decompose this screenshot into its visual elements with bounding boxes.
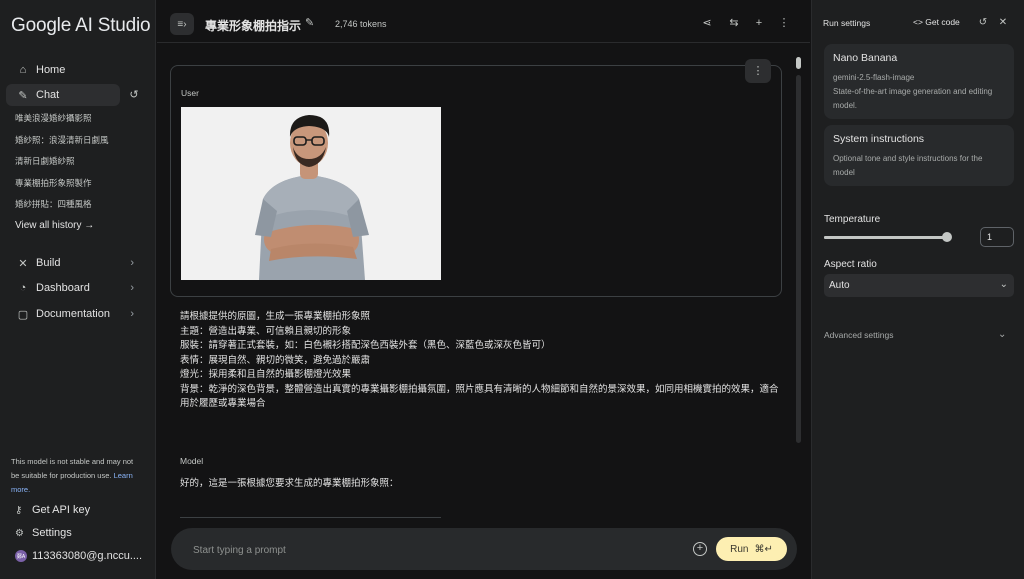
reset-settings-icon[interactable]: ↺ [976, 16, 990, 30]
model-id: gemini-2.5-flash-image [833, 73, 915, 82]
model-description: State-of-the-art image generation and ed… [833, 87, 993, 110]
run-label: Run [730, 543, 749, 555]
history-item[interactable]: 清新日劇婚紗照 [15, 155, 75, 167]
model-selector-card[interactable]: Nano Banana gemini-2.5-flash-image State… [824, 44, 1014, 119]
generated-image-edge [180, 517, 441, 518]
chat-icon: ✎ [18, 89, 28, 102]
aspect-ratio-select[interactable]: Auto ⌄ [824, 274, 1014, 297]
get-api-key-label: Get API key [32, 504, 91, 516]
run-settings-title: Run settings [823, 18, 871, 28]
prompt-line: 背景：乾淨的深色背景，整體營造出真實的專業攝影棚拍攝氛圍，照片應具有清晰的人物細… [180, 383, 779, 410]
sidebar-item-home[interactable]: ⌂ Home [6, 59, 120, 81]
sidebar-toggle-icon: ≡› [177, 18, 187, 30]
chevron-right-icon: › [130, 257, 134, 269]
close-icon[interactable]: ✕ [996, 16, 1010, 30]
sidebar-item-label: Documentation [36, 308, 110, 320]
settings-button[interactable]: ⚙ Settings [15, 527, 72, 539]
more-vert-icon[interactable]: ⋮ [777, 16, 791, 30]
sidebar-item-documentation[interactable]: ▢ Documentation › [6, 303, 134, 325]
run-shortcut: ⌘↵ [754, 543, 773, 555]
chat-scrollbar[interactable] [795, 55, 801, 515]
sidebar-item-label: Chat [36, 89, 60, 101]
chat-header: ≡› 專業形象棚拍指示 ✎ 2,746 tokens ⋖ ⇆ + ⋮ [157, 0, 810, 43]
share-icon[interactable]: ⋖ [700, 16, 714, 30]
sidebar-item-build[interactable]: ✕ Build › [6, 252, 134, 274]
left-sidebar: Google AI Studio ⌂ Home ✎ Chat ↺ 唯美浪漫婚紗攝… [0, 0, 156, 579]
uploaded-portrait-image[interactable] [181, 107, 441, 280]
gear-icon: ⚙ [15, 527, 24, 539]
temperature-label: Temperature [824, 214, 881, 225]
history-item[interactable]: 婚紗照：浪漫清新日劇風 [15, 134, 109, 146]
chevron-right-icon: › [130, 282, 134, 294]
history-clock-icon[interactable]: ↺ [127, 88, 141, 102]
prompt-bar: + Run ⌘↵ [171, 528, 797, 570]
get-api-key-button[interactable]: ⚷ Get API key [15, 504, 90, 516]
prompt-input[interactable] [193, 542, 673, 558]
portrait-illustration [181, 107, 441, 280]
user-message-card: ⋮ User [170, 59, 782, 297]
build-icon: ✕ [18, 257, 28, 270]
main-chat-area: ≡› 專業形象棚拍指示 ✎ 2,746 tokens ⋖ ⇆ + ⋮ ⋮ Use… [157, 0, 810, 579]
system-instructions-title: System instructions [833, 133, 925, 145]
advanced-settings-toggle[interactable]: Advanced settings [824, 330, 893, 340]
view-all-history-link[interactable]: View all history → [15, 220, 94, 231]
avatar: 鄭A [15, 550, 27, 562]
history-item[interactable]: 唯美浪漫婚紗攝影照 [15, 112, 92, 124]
scroll-track[interactable] [796, 75, 801, 443]
aspect-ratio-value: Auto [829, 280, 850, 291]
dashboard-icon: ◔ [19, 282, 27, 294]
system-instructions-desc: Optional tone and style instructions for… [833, 154, 983, 177]
temperature-slider[interactable] [824, 232, 952, 242]
aspect-ratio-label: Aspect ratio [824, 259, 877, 270]
sidebar-item-label: Dashboard [36, 282, 90, 294]
scroll-thumb[interactable] [796, 57, 801, 69]
edit-title-icon[interactable]: ✎ [305, 16, 314, 29]
chevron-down-icon: ⌄ [999, 279, 1008, 290]
token-count: 2,746 tokens [335, 19, 387, 29]
app-logo[interactable]: Google AI Studio [11, 15, 151, 37]
prompt-line: 燈光：採用柔和且自然的攝影棚燈光效果 [180, 369, 352, 380]
add-media-plus-icon[interactable]: + [693, 542, 707, 556]
documentation-icon: ▢ [17, 308, 29, 321]
account-button[interactable]: 鄭A 113363080@g.nccu.... [15, 550, 142, 562]
sidebar-item-label: Home [36, 64, 66, 76]
run-button[interactable]: Run ⌘↵ [716, 537, 787, 561]
chevron-down-icon[interactable]: ⌄ [998, 329, 1006, 340]
prompt-line: 請根據提供的原圖，生成一張專業棚拍形象照 [180, 311, 371, 322]
account-email: 113363080@g.nccu.... [32, 550, 143, 562]
system-instructions-card[interactable]: System instructions Optional tone and st… [824, 125, 1014, 186]
model-name: Nano Banana [833, 52, 898, 64]
sidebar-item-dashboard[interactable]: ◔ Dashboard › [6, 277, 134, 299]
history-item[interactable]: 婚紗拼貼：四種風格 [15, 198, 92, 210]
model-warning: This model is not stable and may not be … [11, 455, 141, 497]
temperature-input[interactable] [980, 227, 1014, 247]
history-item[interactable]: 專業棚拍形象照製作 [15, 177, 92, 189]
sidebar-item-label: Build [36, 257, 61, 269]
temperature-slider-handle[interactable] [942, 232, 952, 242]
home-icon: ⌂ [19, 64, 27, 76]
toggle-sidebar-button[interactable]: ≡› [170, 13, 194, 35]
prompt-line: 表情：展現自然、親切的微笑，避免過於嚴肅 [180, 354, 371, 366]
key-icon: ⚷ [15, 504, 23, 516]
prompt-line: 服裝：請穿著正式套裝，如：白色襯衫搭配深色西裝外套（黑色、深藍色或深灰色皆可） [180, 340, 551, 351]
message-more-icon[interactable]: ⋮ [745, 59, 771, 83]
compare-icon[interactable]: ⇆ [727, 16, 741, 30]
chevron-right-icon: › [130, 308, 134, 320]
page-title: 專業形象棚拍指示 [205, 19, 302, 33]
user-prompt-text: 請根據提供的原圖，生成一張專業棚拍形象照 主題：營造出專業、可信賴且親切的形象 … [180, 310, 780, 412]
prompt-line: 主題：營造出專業、可信賴且親切的形象 [180, 325, 352, 337]
get-code-button[interactable]: <> Get code [913, 17, 960, 27]
sidebar-item-chat[interactable]: ✎ Chat [6, 84, 120, 106]
settings-label: Settings [32, 527, 72, 539]
temperature-slider-fill [824, 236, 947, 239]
model-reply-text: 好的，這是一張根據您要求生成的專業棚拍形象照： [180, 478, 399, 489]
run-settings-panel: Run settings <> Get code ↺ ✕ Nano Banana… [811, 0, 1024, 579]
model-role-label: Model [180, 456, 204, 466]
new-chat-plus-icon[interactable]: + [752, 16, 766, 30]
user-role-label: User [181, 88, 199, 98]
